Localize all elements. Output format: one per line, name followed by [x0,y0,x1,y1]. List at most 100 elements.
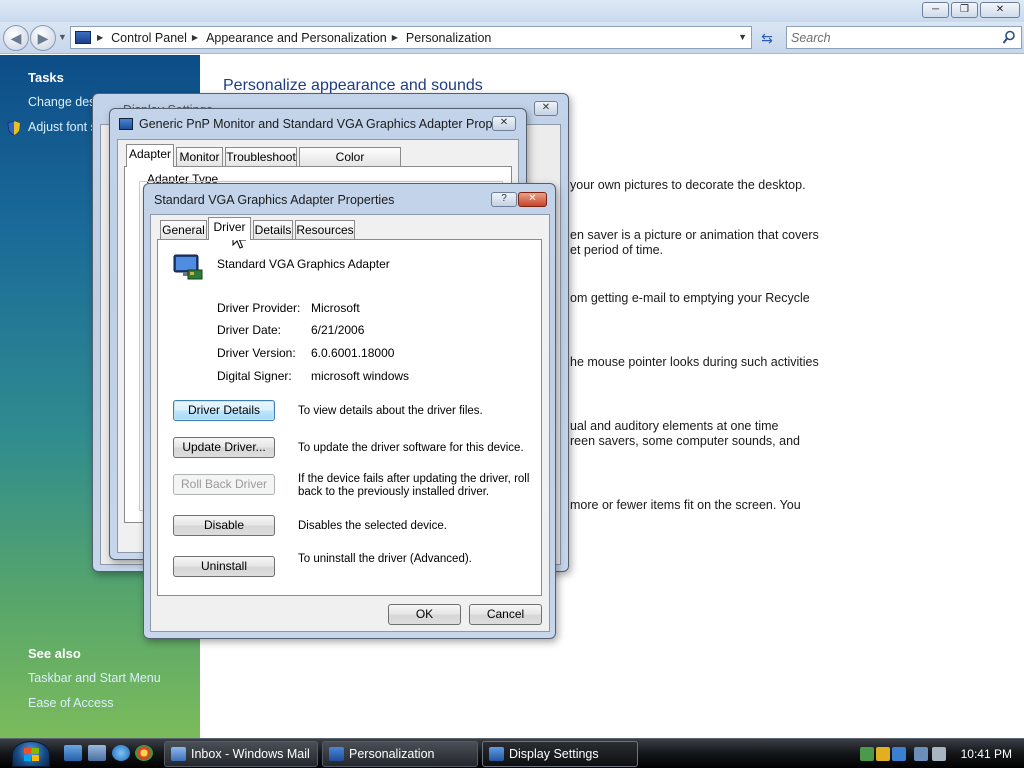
task-change-desktop-icons[interactable]: Change desk [28,95,102,109]
adapter-properties-body: General Driver Details Resources Standar… [150,214,550,632]
disable-button[interactable]: Disable [173,515,275,536]
device-name: Standard VGA Graphics Adapter [217,257,390,271]
sounds-desc: om getting e-mail to emptying your Recyc… [570,291,810,305]
disable-desc: Disables the selected device. [298,520,447,532]
address-bar[interactable]: ▶ Control Panel ▶ Appearance and Persona… [70,26,752,49]
control-panel-icon [329,747,344,761]
link-taskbar-start-menu[interactable]: Taskbar and Start Menu [28,671,161,685]
task-display-settings[interactable]: Display Settings [482,741,638,767]
start-button[interactable] [12,741,50,767]
driver-version-value: 6.0.6001.18000 [311,346,395,360]
tray-app-icon[interactable] [860,747,874,761]
chevron-right-icon[interactable]: ▶ [192,33,198,42]
tab-resources[interactable]: Resources [295,220,355,240]
driver-details-desc: To view details about the driver files. [298,405,483,417]
ok-button[interactable]: OK [388,604,461,625]
network-icon[interactable] [914,747,928,761]
back-button[interactable]: ◀ [3,25,29,51]
task-label: Personalization [349,747,435,761]
back-arrow-icon: ◀ [10,30,22,46]
maximize-button[interactable]: ❐ [951,2,978,18]
monitor-properties-close-button[interactable]: ✕ [492,116,516,131]
taskbar: Inbox - Windows Mail Personalization Dis… [0,738,1024,768]
theme-desc-2: reen savers, some computer sounds, and [570,434,800,448]
refresh-button[interactable]: ⇆ [756,28,778,48]
caption-buttons: ─ ❐ ✕ [922,2,1020,18]
windows-mail-icon [171,747,186,761]
adapter-properties-title: Standard VGA Graphics Adapter Properties [154,193,395,207]
navigation-bar: ◀ ▶ ▼ ▶ Control Panel ▶ Appearance and P… [0,22,1024,54]
digital-signer-value: microsoft windows [311,369,410,383]
close-button[interactable]: ✕ [980,2,1020,18]
chevron-right-icon[interactable]: ▶ [97,33,103,42]
search-input[interactable] [791,30,991,45]
driver-provider-value: Microsoft [311,301,360,315]
tab-details[interactable]: Details [253,220,293,240]
address-dropdown-icon[interactable]: ▼ [738,32,747,42]
tab-adapter[interactable]: Adapter [126,144,174,167]
uninstall-button[interactable]: Uninstall [173,556,275,577]
uac-shield-icon [7,120,21,136]
show-desktop-icon[interactable] [64,745,82,761]
uninstall-desc: To uninstall the driver (Advanced). [298,553,472,565]
adapter-properties-close-button[interactable]: ✕ [518,192,547,207]
display-settings-desc: more or fewer items fit on the screen. Y… [570,498,801,512]
driver-details-button[interactable]: Driver Details [173,400,275,421]
breadcrumb-personalization[interactable]: Personalization [406,31,491,45]
windows-logo-icon [24,748,39,761]
internet-explorer-icon[interactable] [112,745,130,761]
adapter-properties-dialog: Standard VGA Graphics Adapter Properties… [143,183,556,639]
cancel-button[interactable]: Cancel [469,604,542,625]
control-panel-icon [75,31,91,44]
display-settings-icon [489,747,504,761]
monitor-icon [119,118,133,130]
chevron-right-icon[interactable]: ▶ [392,33,398,42]
switch-windows-icon[interactable] [88,745,106,761]
notification-area: 10:41 PM [854,739,1024,768]
driver-provider-label: Driver Provider: [217,301,301,315]
security-shield-icon[interactable] [876,747,890,761]
tasks-heading: Tasks [28,70,64,85]
tab-monitor[interactable]: Monitor [176,147,223,167]
task-personalization[interactable]: Personalization [322,741,478,767]
search-box [786,26,1022,49]
digital-signer-label: Digital Signer: [217,369,292,383]
roll-back-driver-desc: If the device fails after updating the d… [298,473,530,498]
tab-troubleshoot[interactable]: Troubleshoot [225,147,297,167]
minimize-button[interactable]: ─ [922,2,949,18]
desktop-background-desc: your own pictures to decorate the deskto… [570,178,806,192]
see-also-heading: See also [28,646,81,661]
breadcrumb-appearance[interactable]: Appearance and Personalization [206,31,387,45]
tab-general[interactable]: General [160,220,207,240]
task-label: Display Settings [509,747,599,761]
update-driver-button[interactable]: Update Driver... [173,437,275,458]
chrome-icon[interactable] [135,745,153,761]
display-adapter-icon [173,254,203,280]
link-ease-of-access[interactable]: Ease of Access [28,696,113,710]
screen-saver-desc-1: en saver is a picture or animation that … [570,228,819,242]
screen-saver-desc-2: et period of time. [570,243,664,257]
tab-driver[interactable]: Driver [208,217,251,240]
clock[interactable]: 10:41 PM [961,747,1012,761]
recent-pages-dropdown[interactable]: ▼ [58,32,67,42]
driver-date-label: Driver Date: [217,323,282,337]
volume-muted-icon[interactable] [932,747,946,761]
forward-arrow-icon: ▶ [37,30,49,46]
task-inbox-windows-mail[interactable]: Inbox - Windows Mail [164,741,318,767]
driver-tab-panel: Standard VGA Graphics Adapter Driver Pro… [157,239,542,596]
search-icon[interactable] [1002,30,1016,45]
window-titlebar: ─ ❐ ✕ [0,0,1024,22]
driver-version-label: Driver Version: [217,346,296,360]
roll-back-driver-button[interactable]: Roll Back Driver [173,474,275,495]
help-button[interactable]: ? [491,192,517,207]
task-adjust-font-size[interactable]: Adjust font s [28,120,97,134]
refresh-icon: ⇆ [761,30,773,46]
driver-date-value: 6/21/2006 [311,323,365,337]
windows-update-icon[interactable] [892,747,906,761]
update-driver-desc: To update the driver software for this d… [298,442,524,454]
forward-button[interactable]: ▶ [30,25,56,51]
monitor-properties-title: Generic PnP Monitor and Standard VGA Gra… [139,117,510,131]
display-settings-close-button[interactable]: ✕ [534,101,558,116]
breadcrumb-control-panel[interactable]: Control Panel [111,31,187,45]
tab-color-management[interactable]: Color Management [299,147,401,182]
